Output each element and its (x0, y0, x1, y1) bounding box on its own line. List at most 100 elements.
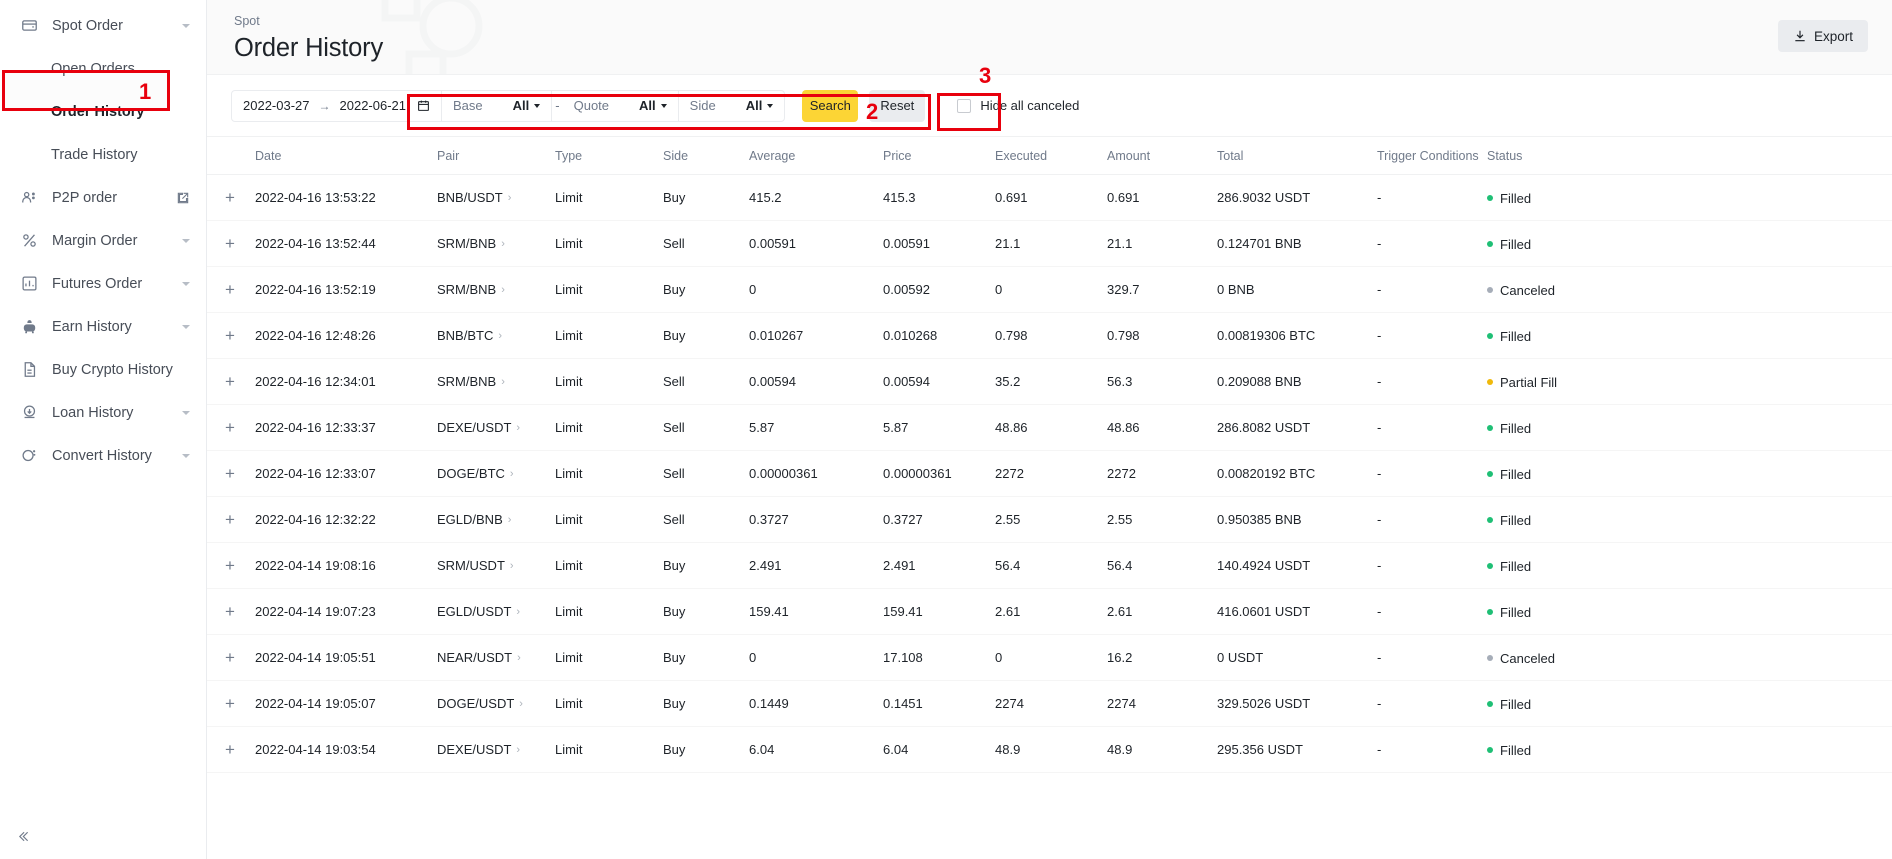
sidebar-item-spot-order[interactable]: Spot Order (0, 4, 206, 47)
cell-date: 2022-04-16 13:53:22 (255, 174, 437, 221)
sidebar-item-earn-history[interactable]: Earn History (0, 305, 206, 348)
table-row[interactable]: +2022-04-16 13:53:22 BNB/USDT › Limit Buy 415… (207, 174, 1892, 221)
hide-all-canceled-checkbox[interactable]: Hide all canceled (957, 98, 1079, 113)
status-label: Canceled (1500, 282, 1555, 298)
table-row[interactable]: +2022-04-16 12:33:07 DOGE/BTC › Limit Sell 0.… (207, 450, 1892, 497)
expand-row-button[interactable]: + (207, 634, 255, 681)
table-row[interactable]: +2022-04-14 19:05:07 DOGE/USDT › Limit Buy 0.… (207, 680, 1892, 727)
cell-pair[interactable]: SRM/BNB › (437, 220, 555, 267)
pair-link[interactable]: BNB/USDT › (437, 190, 511, 205)
cell-pair[interactable]: NEAR/USDT › (437, 634, 555, 681)
pair-link[interactable]: BNB/BTC › (437, 328, 502, 343)
table-row[interactable]: +2022-04-16 13:52:44 SRM/BNB › Limit Sell 0.0… (207, 220, 1892, 267)
table-row[interactable]: +2022-04-14 19:03:54 DEXE/USDT › Limit Buy 6.… (207, 726, 1892, 773)
table-row[interactable]: +2022-04-16 12:33:37 DEXE/USDT › Limit Sell 5… (207, 404, 1892, 451)
sidebar-item-order-history[interactable]: Order History (0, 90, 206, 133)
cell-pair[interactable]: DEXE/USDT › (437, 726, 555, 773)
checkbox-box[interactable] (957, 98, 972, 113)
plus-icon[interactable]: + (225, 603, 235, 620)
plus-icon[interactable]: + (225, 511, 235, 528)
base-asset-select[interactable]: Base All (442, 89, 553, 122)
calendar-icon[interactable] (417, 99, 430, 112)
expand-row-button[interactable]: + (207, 450, 255, 497)
plus-icon[interactable]: + (225, 649, 235, 666)
expand-row-button[interactable]: + (207, 312, 255, 359)
date-range-picker[interactable]: 2022-03-27 → 2022-06-21 (232, 89, 442, 122)
chevron-down-icon (182, 324, 190, 329)
cell-pair[interactable]: SRM/USDT › (437, 542, 555, 589)
cell-pair[interactable]: SRM/BNB › (437, 358, 555, 405)
cell-pair[interactable]: BNB/USDT › (437, 174, 555, 221)
cell-pair[interactable]: EGLD/BNB › (437, 496, 555, 543)
table-row[interactable]: +2022-04-16 12:32:22 EGLD/BNB › Limit Sell 0.… (207, 496, 1892, 543)
sidebar-item-loan-history[interactable]: Loan History (0, 391, 206, 434)
pair-link[interactable]: DOGE/USDT › (437, 696, 523, 711)
quote-asset-select[interactable]: Quote All (563, 89, 679, 122)
cell-pair[interactable]: EGLD/USDT › (437, 588, 555, 635)
expand-row-button[interactable]: + (207, 542, 255, 589)
expand-row-button[interactable]: + (207, 726, 255, 773)
search-button[interactable]: Search (802, 89, 859, 122)
plus-icon[interactable]: + (225, 373, 235, 390)
expand-row-button[interactable]: + (207, 358, 255, 405)
cell-pair[interactable]: BNB/BTC › (437, 312, 555, 359)
table-row[interactable]: +2022-04-14 19:08:16 SRM/USDT › Limit Buy 2.4… (207, 542, 1892, 589)
cell-pair[interactable]: DEXE/USDT › (437, 404, 555, 451)
cell-pair[interactable]: SRM/BNB › (437, 266, 555, 313)
cell-trigger: - (1377, 266, 1487, 313)
pair-link[interactable]: DEXE/USDT › (437, 742, 520, 757)
plus-icon[interactable]: + (225, 419, 235, 436)
table-row[interactable]: +2022-04-16 12:34:01 SRM/BNB › Limit Sell 0.0… (207, 358, 1892, 405)
sidebar-item-trade-history[interactable]: Trade History (0, 133, 206, 176)
table-row[interactable]: +2022-04-14 19:07:23 EGLD/USDT › Limit Buy 15… (207, 588, 1892, 635)
plus-icon[interactable]: + (225, 741, 235, 758)
col-average: Average (749, 137, 883, 175)
pair-link[interactable]: SRM/BNB › (437, 282, 505, 297)
cell-side: Buy (663, 174, 749, 221)
pair-link[interactable]: SRM/USDT › (437, 558, 514, 573)
sidebar-item-futures-order[interactable]: Futures Order (0, 262, 206, 305)
date-from-value[interactable]: 2022-03-27 (243, 98, 310, 113)
side-select[interactable]: Side All (679, 90, 785, 122)
cell-price: 0.00000361 (883, 450, 995, 497)
pair-link[interactable]: DOGE/BTC › (437, 466, 514, 481)
expand-row-button[interactable]: + (207, 588, 255, 635)
plus-icon[interactable]: + (225, 695, 235, 712)
expand-row-button[interactable]: + (207, 404, 255, 451)
sidebar-item-buy-crypto-history[interactable]: Buy Crypto History (0, 348, 206, 391)
expand-row-button[interactable]: + (207, 266, 255, 313)
pair-link[interactable]: EGLD/BNB › (437, 512, 511, 527)
expand-row-button[interactable]: + (207, 496, 255, 543)
plus-icon[interactable]: + (225, 557, 235, 574)
table-row[interactable]: +2022-04-16 12:48:26 BNB/BTC › Limit Buy 0.01… (207, 312, 1892, 359)
pair-link[interactable]: NEAR/USDT › (437, 650, 521, 665)
cell-pair[interactable]: DOGE/BTC › (437, 450, 555, 497)
cell-pair[interactable]: DOGE/USDT › (437, 680, 555, 727)
plus-icon[interactable]: + (225, 281, 235, 298)
breadcrumb[interactable]: Spot (234, 13, 1865, 29)
plus-icon[interactable]: + (225, 327, 235, 344)
expand-row-button[interactable]: + (207, 174, 255, 221)
sidebar-item-convert-history[interactable]: Convert History (0, 434, 206, 477)
sidebar-item-p2p-order[interactable]: P2P order (0, 176, 206, 219)
sidebar-item-open-orders[interactable]: Open Orders (0, 47, 206, 90)
pair-link[interactable]: DEXE/USDT › (437, 420, 520, 435)
table-row[interactable]: +2022-04-14 19:05:51 NEAR/USDT › Limit Buy 0 1… (207, 634, 1892, 681)
sidebar-item-margin-order[interactable]: Margin Order (0, 219, 206, 262)
filter-bar: 2022-03-27 → 2022-06-21 Base All - Quote… (207, 75, 1892, 137)
collapse-left-icon[interactable] (12, 823, 38, 849)
table-row[interactable]: +2022-04-16 13:52:19 SRM/BNB › Limit Buy 0 0.0… (207, 266, 1892, 313)
reset-button[interactable]: Reset (869, 89, 926, 122)
export-button[interactable]: Export (1777, 20, 1868, 52)
expand-row-button[interactable]: + (207, 220, 255, 267)
plus-icon[interactable]: + (225, 189, 235, 206)
pair-link[interactable]: SRM/BNB › (437, 374, 505, 389)
cell-executed: 2274 (995, 680, 1107, 727)
pair-link[interactable]: SRM/BNB › (437, 236, 505, 251)
plus-icon[interactable]: + (225, 235, 235, 252)
expand-row-button[interactable]: + (207, 680, 255, 727)
date-to-value[interactable]: 2022-06-21 (340, 98, 407, 113)
pair-link[interactable]: EGLD/USDT › (437, 604, 520, 619)
plus-icon[interactable]: + (225, 465, 235, 482)
cell-trigger: - (1377, 634, 1487, 681)
